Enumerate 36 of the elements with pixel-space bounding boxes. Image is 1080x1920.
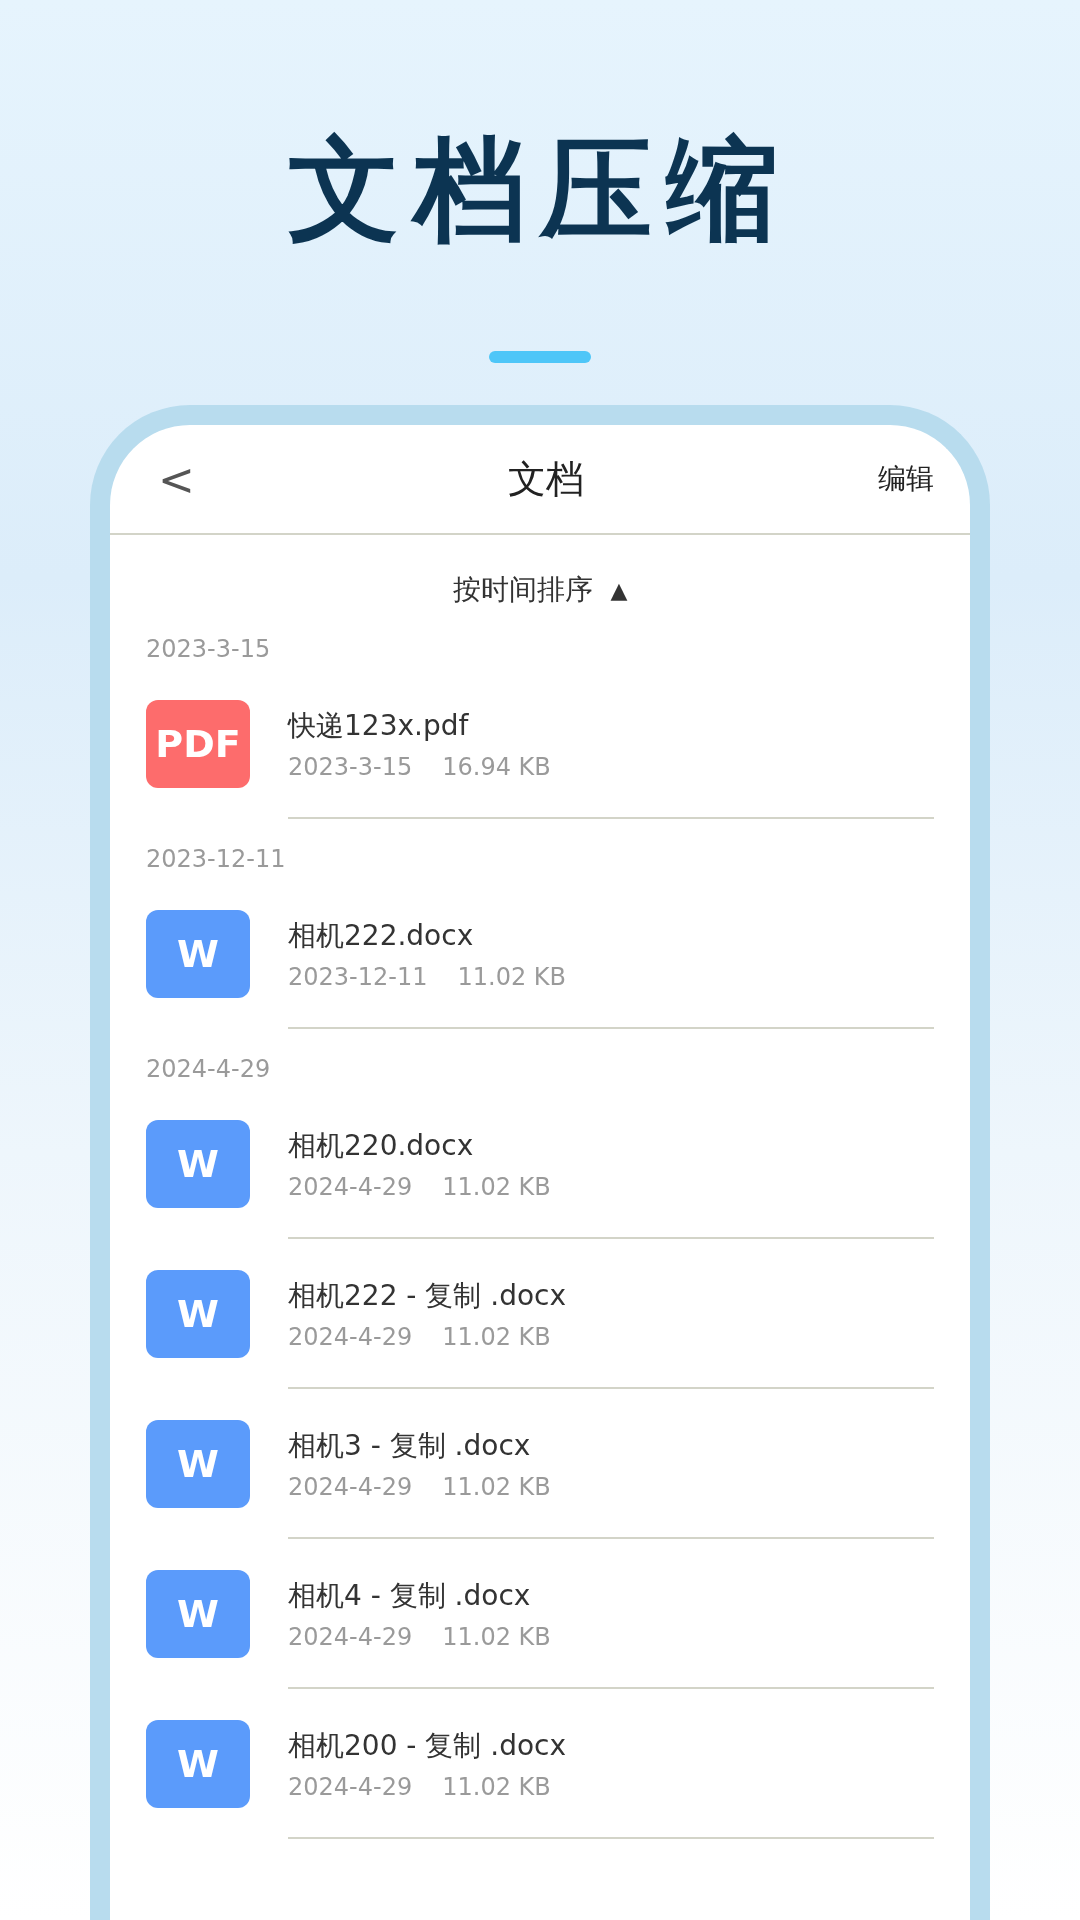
file-size: 11.02 KB	[457, 963, 567, 992]
back-button[interactable]: <	[158, 453, 195, 505]
file-name[interactable]: 相机220.docx	[288, 1127, 934, 1166]
word-file-icon: W	[146, 1570, 250, 1659]
headline: 文档压缩	[288, 128, 792, 252]
file-date: 2024-4-29	[288, 1473, 413, 1502]
file-date: 2023-12-11	[288, 963, 428, 992]
file-name[interactable]: 相机200 - 复制 .docx	[288, 1727, 934, 1766]
file-name[interactable]: 相机4 - 复制 .docx	[288, 1577, 934, 1616]
file-size: 11.02 KB	[442, 1773, 551, 1802]
word-file-icon: W	[146, 1720, 250, 1809]
word-file-icon: W	[146, 1420, 250, 1509]
file-size: 11.02 KB	[442, 1173, 551, 1202]
file-name[interactable]: 快递123x.pdf	[288, 707, 934, 746]
file-size: 11.02 KB	[442, 1323, 551, 1352]
file-date: 2023-3-15	[288, 753, 413, 782]
edit-button[interactable]: 编辑	[878, 460, 934, 499]
file-date: 2024-4-29	[288, 1623, 413, 1652]
file-size: 11.02 KB	[442, 1623, 551, 1652]
file-size: 16.94 KB	[442, 753, 551, 782]
screen-title: 文档	[508, 455, 584, 503]
group-date: 2024-4-29	[146, 1054, 272, 1086]
sort-button[interactable]: 按时间排序 ▲	[446, 565, 634, 616]
word-file-icon: W	[146, 910, 250, 999]
file-name[interactable]: 相机222.docx	[288, 917, 934, 956]
file-name[interactable]: 相机222 - 复制 .docx	[288, 1277, 934, 1316]
group-date: 2023-12-11	[146, 844, 287, 876]
word-file-icon: W	[146, 1270, 250, 1359]
file-date: 2024-4-29	[288, 1323, 413, 1352]
file-date: 2024-4-29	[288, 1173, 413, 1202]
group-date: 2023-3-15	[146, 634, 272, 666]
file-size: 11.02 KB	[442, 1473, 551, 1502]
file-date: 2024-4-29	[288, 1773, 413, 1802]
file-name[interactable]: 相机3 - 复制 .docx	[288, 1427, 934, 1466]
pdf-file-icon: PDF	[146, 700, 250, 789]
word-file-icon: W	[146, 1120, 250, 1209]
